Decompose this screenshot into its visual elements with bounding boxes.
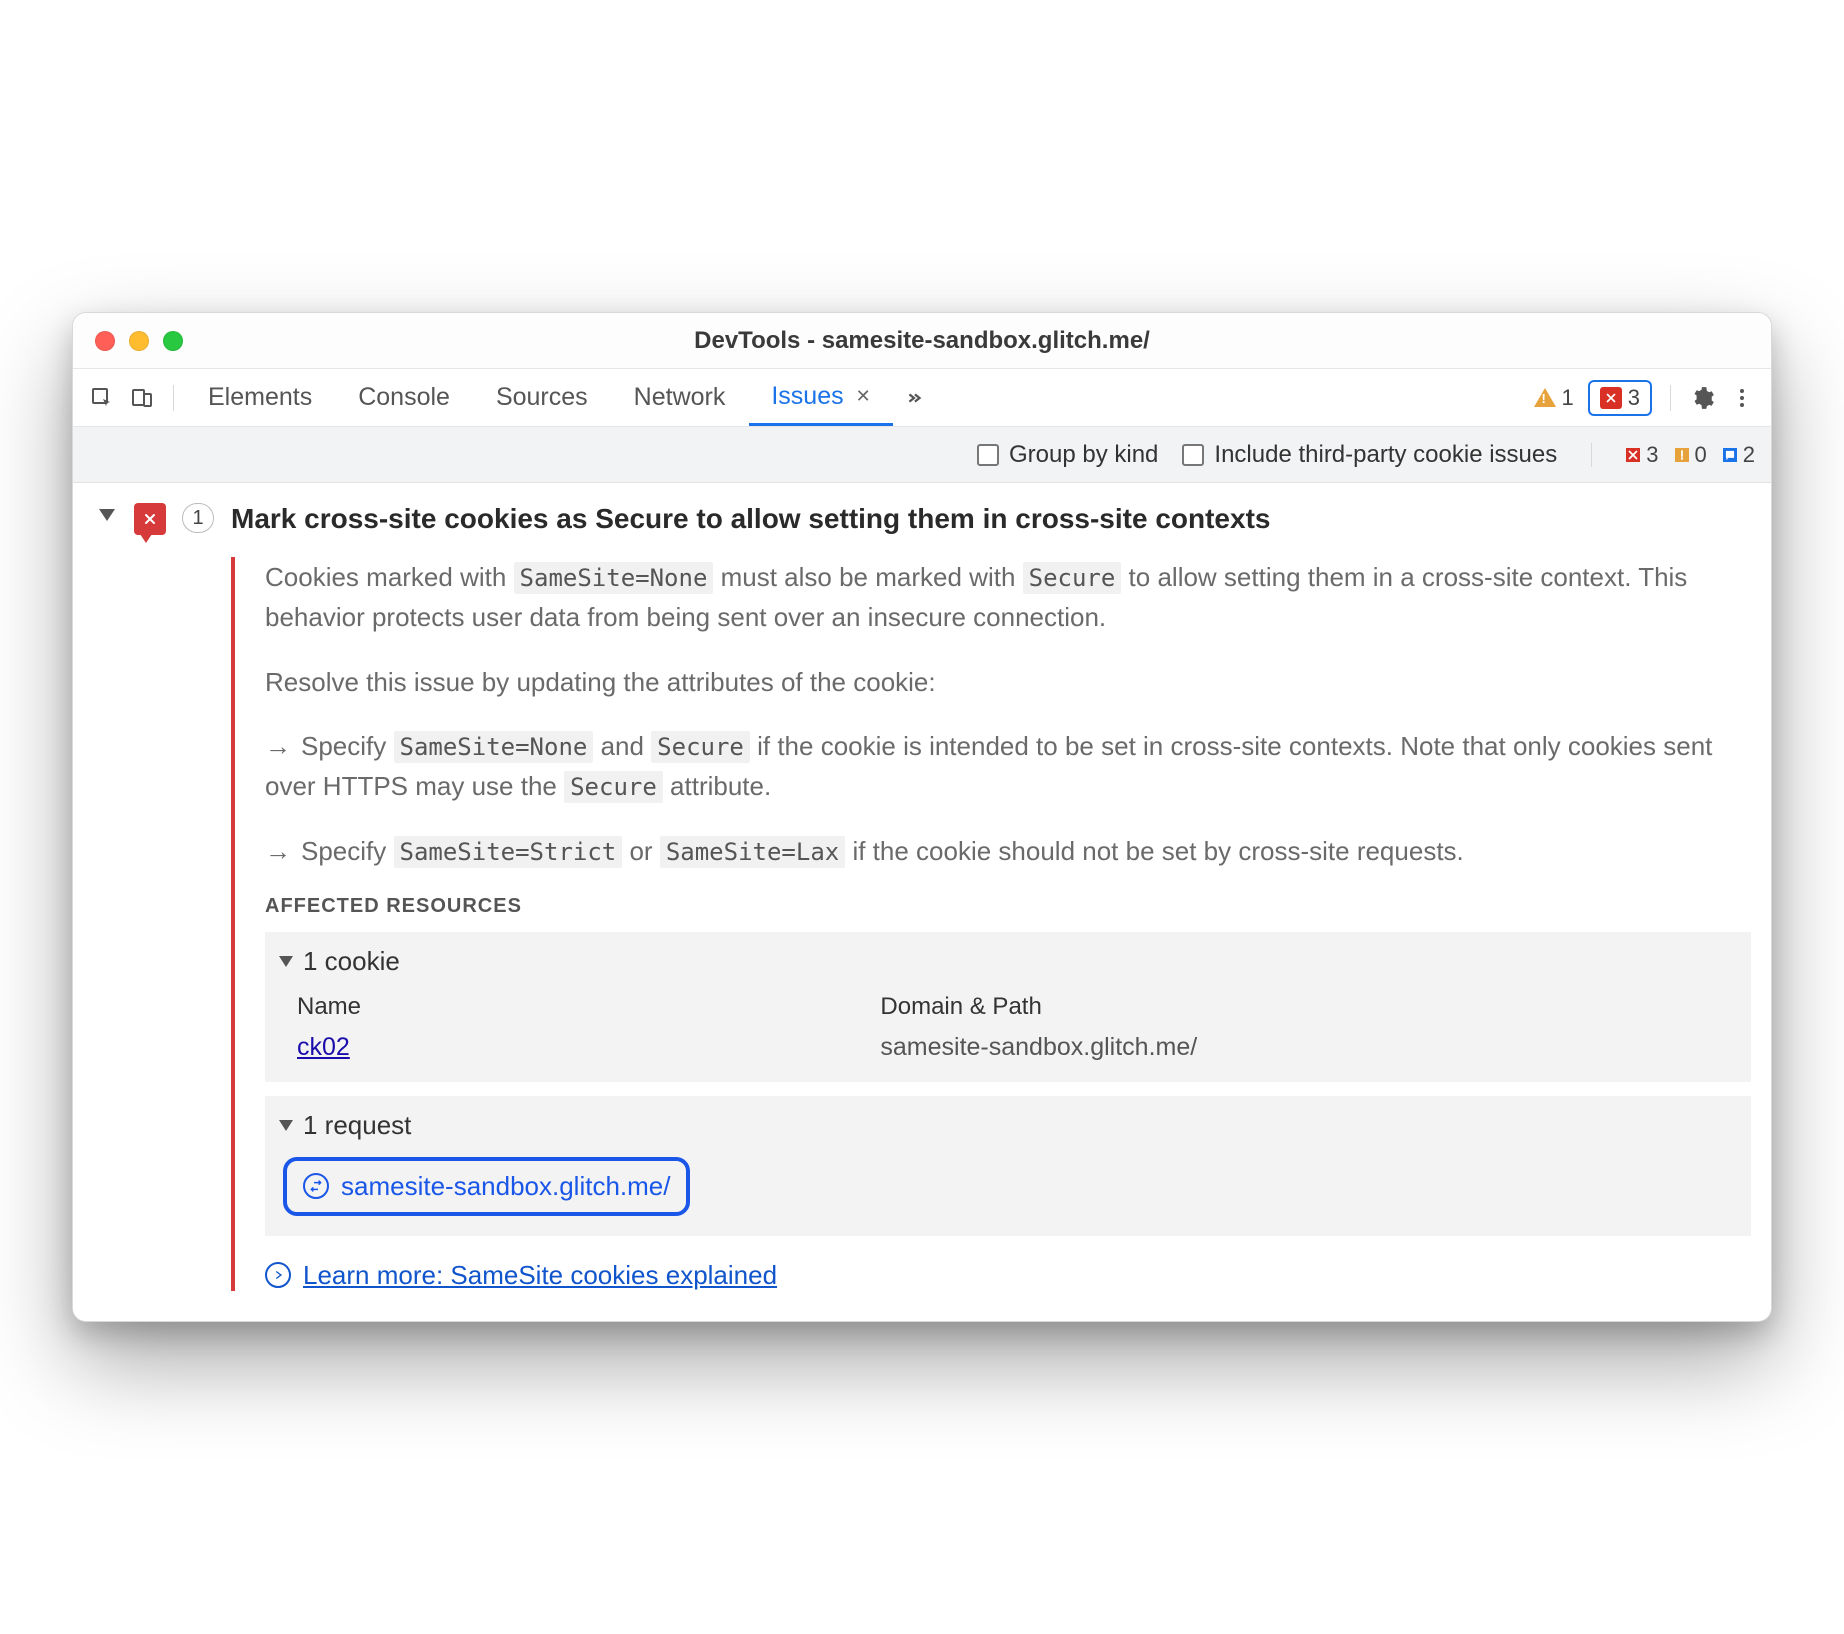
error-count: 3 (1628, 385, 1640, 411)
group-label: 1 request (303, 1110, 411, 1141)
inspect-element-icon[interactable] (83, 379, 121, 417)
include-third-party-checkbox[interactable]: Include third-party cookie issues (1182, 441, 1557, 469)
code-snippet: SameSite=Lax (660, 836, 845, 868)
count-value: 2 (1743, 442, 1755, 468)
settings-icon[interactable] (1683, 379, 1721, 417)
code-snippet: SameSite=None (394, 731, 594, 763)
chevron-down-icon (99, 509, 115, 521)
window-titlebar: DevTools - samesite-sandbox.glitch.me/ (73, 313, 1771, 369)
warning-icon (1534, 388, 1556, 407)
learn-more-link[interactable]: Learn more: SameSite cookies explained (303, 1260, 777, 1291)
chevron-down-icon (279, 956, 293, 967)
more-tabs-icon[interactable] (895, 387, 933, 409)
tab-label: Issues (771, 382, 843, 411)
cookie-name-link[interactable]: ck02 (297, 1033, 350, 1061)
improvement-count[interactable]: 2 (1723, 442, 1755, 468)
expand-toggle[interactable] (89, 501, 125, 1291)
cookies-toggle[interactable]: 1 cookie (279, 942, 1737, 987)
code-snippet: SameSite=None (514, 562, 714, 594)
count-value: 3 (1646, 442, 1658, 468)
chevron-down-icon (279, 1120, 293, 1131)
separator (1670, 385, 1671, 411)
devtools-window: DevTools - samesite-sandbox.glitch.me/ E… (72, 312, 1772, 1322)
affected-resources-heading: AFFECTED RESOURCES (265, 895, 1751, 918)
col-domain: Domain & Path (880, 993, 1041, 1021)
separator (1591, 443, 1592, 467)
checkbox-label: Group by kind (1009, 441, 1158, 469)
table-row: ck02 samesite-sandbox.glitch.me/ (279, 1027, 1737, 1068)
tab-console[interactable]: Console (336, 369, 472, 426)
tab-sources[interactable]: Sources (474, 369, 610, 426)
count-value: 1 (192, 507, 203, 530)
col-name: Name (297, 993, 840, 1021)
error-icon (1626, 448, 1640, 462)
tab-label: Sources (496, 383, 588, 412)
breaking-change-count[interactable]: 0 (1675, 442, 1707, 468)
count-value: 0 (1695, 442, 1707, 468)
more-options-icon[interactable] (1723, 379, 1761, 417)
issue-kind-counts: 3 0 2 (1626, 442, 1755, 468)
tab-label: Console (358, 383, 450, 412)
affected-cookies: 1 cookie Name Domain & Path ck02 samesit… (265, 932, 1751, 1082)
window-title: DevTools - samesite-sandbox.glitch.me/ (73, 327, 1771, 355)
checkbox-icon (977, 444, 999, 466)
tab-label: Elements (208, 383, 312, 412)
close-tab-icon[interactable]: ✕ (856, 386, 871, 407)
devtools-tabstrip: Elements Console Sources Network Issues … (73, 369, 1771, 427)
tab-label: Network (634, 383, 726, 412)
code-snippet: Secure (564, 771, 663, 803)
issue-content: Mark cross-site cookies as Secure to all… (221, 501, 1751, 1291)
checkbox-label: Include third-party cookie issues (1214, 441, 1557, 469)
issue-count: 1 (175, 501, 221, 1291)
code-snippet: Secure (651, 731, 750, 763)
info-icon (1723, 448, 1737, 462)
checkbox-icon (1182, 444, 1204, 466)
group-label: 1 cookie (303, 946, 400, 977)
page-error-count[interactable]: 3 (1626, 442, 1658, 468)
issue-description: Cookies marked with SameSite=None must a… (265, 557, 1751, 638)
network-icon (303, 1173, 329, 1199)
issue-resolution-intro: Resolve this issue by updating the attri… (265, 662, 1751, 702)
warning-icon (1675, 448, 1689, 462)
resolution-step: →Specify SameSite=None and Secure if the… (265, 726, 1751, 807)
request-url: samesite-sandbox.glitch.me/ (341, 1171, 670, 1202)
toolbar-status: 1 3 (1534, 380, 1659, 416)
issue-title: Mark cross-site cookies as Secure to all… (231, 501, 1751, 535)
group-by-kind-checkbox[interactable]: Group by kind (977, 441, 1158, 469)
tab-issues[interactable]: Issues ✕ (749, 369, 892, 426)
external-link-icon (265, 1262, 291, 1288)
cookie-domain: samesite-sandbox.glitch.me/ (880, 1033, 1197, 1061)
resolution-step: →Specify SameSite=Strict or SameSite=Lax… (265, 831, 1751, 871)
code-snippet: SameSite=Strict (394, 836, 623, 868)
errors-badge[interactable]: 3 (1588, 380, 1652, 416)
issue-item: 1 Mark cross-site cookies as Secure to a… (73, 483, 1771, 1321)
warnings-badge[interactable]: 1 (1534, 385, 1574, 411)
request-link[interactable]: samesite-sandbox.glitch.me/ (283, 1157, 690, 1216)
tab-network[interactable]: Network (612, 369, 748, 426)
issue-body: Cookies marked with SameSite=None must a… (231, 557, 1751, 1291)
affected-requests: 1 request samesite-sandbox.glitch.me/ (265, 1096, 1751, 1236)
issue-kind (125, 501, 175, 1291)
requests-toggle[interactable]: 1 request (279, 1106, 1737, 1151)
learn-more: Learn more: SameSite cookies explained (265, 1260, 1751, 1291)
error-icon (1600, 387, 1622, 409)
separator (173, 385, 174, 411)
issues-filter-bar: Group by kind Include third-party cookie… (73, 427, 1771, 483)
code-snippet: Secure (1023, 562, 1122, 594)
warning-count: 1 (1562, 385, 1574, 411)
tab-elements[interactable]: Elements (186, 369, 334, 426)
device-toolbar-icon[interactable] (123, 379, 161, 417)
count-pill: 1 (182, 503, 214, 533)
arrow-icon: → (265, 726, 291, 766)
page-error-icon (134, 503, 166, 535)
table-header: Name Domain & Path (279, 987, 1737, 1027)
arrow-icon: → (265, 831, 291, 871)
